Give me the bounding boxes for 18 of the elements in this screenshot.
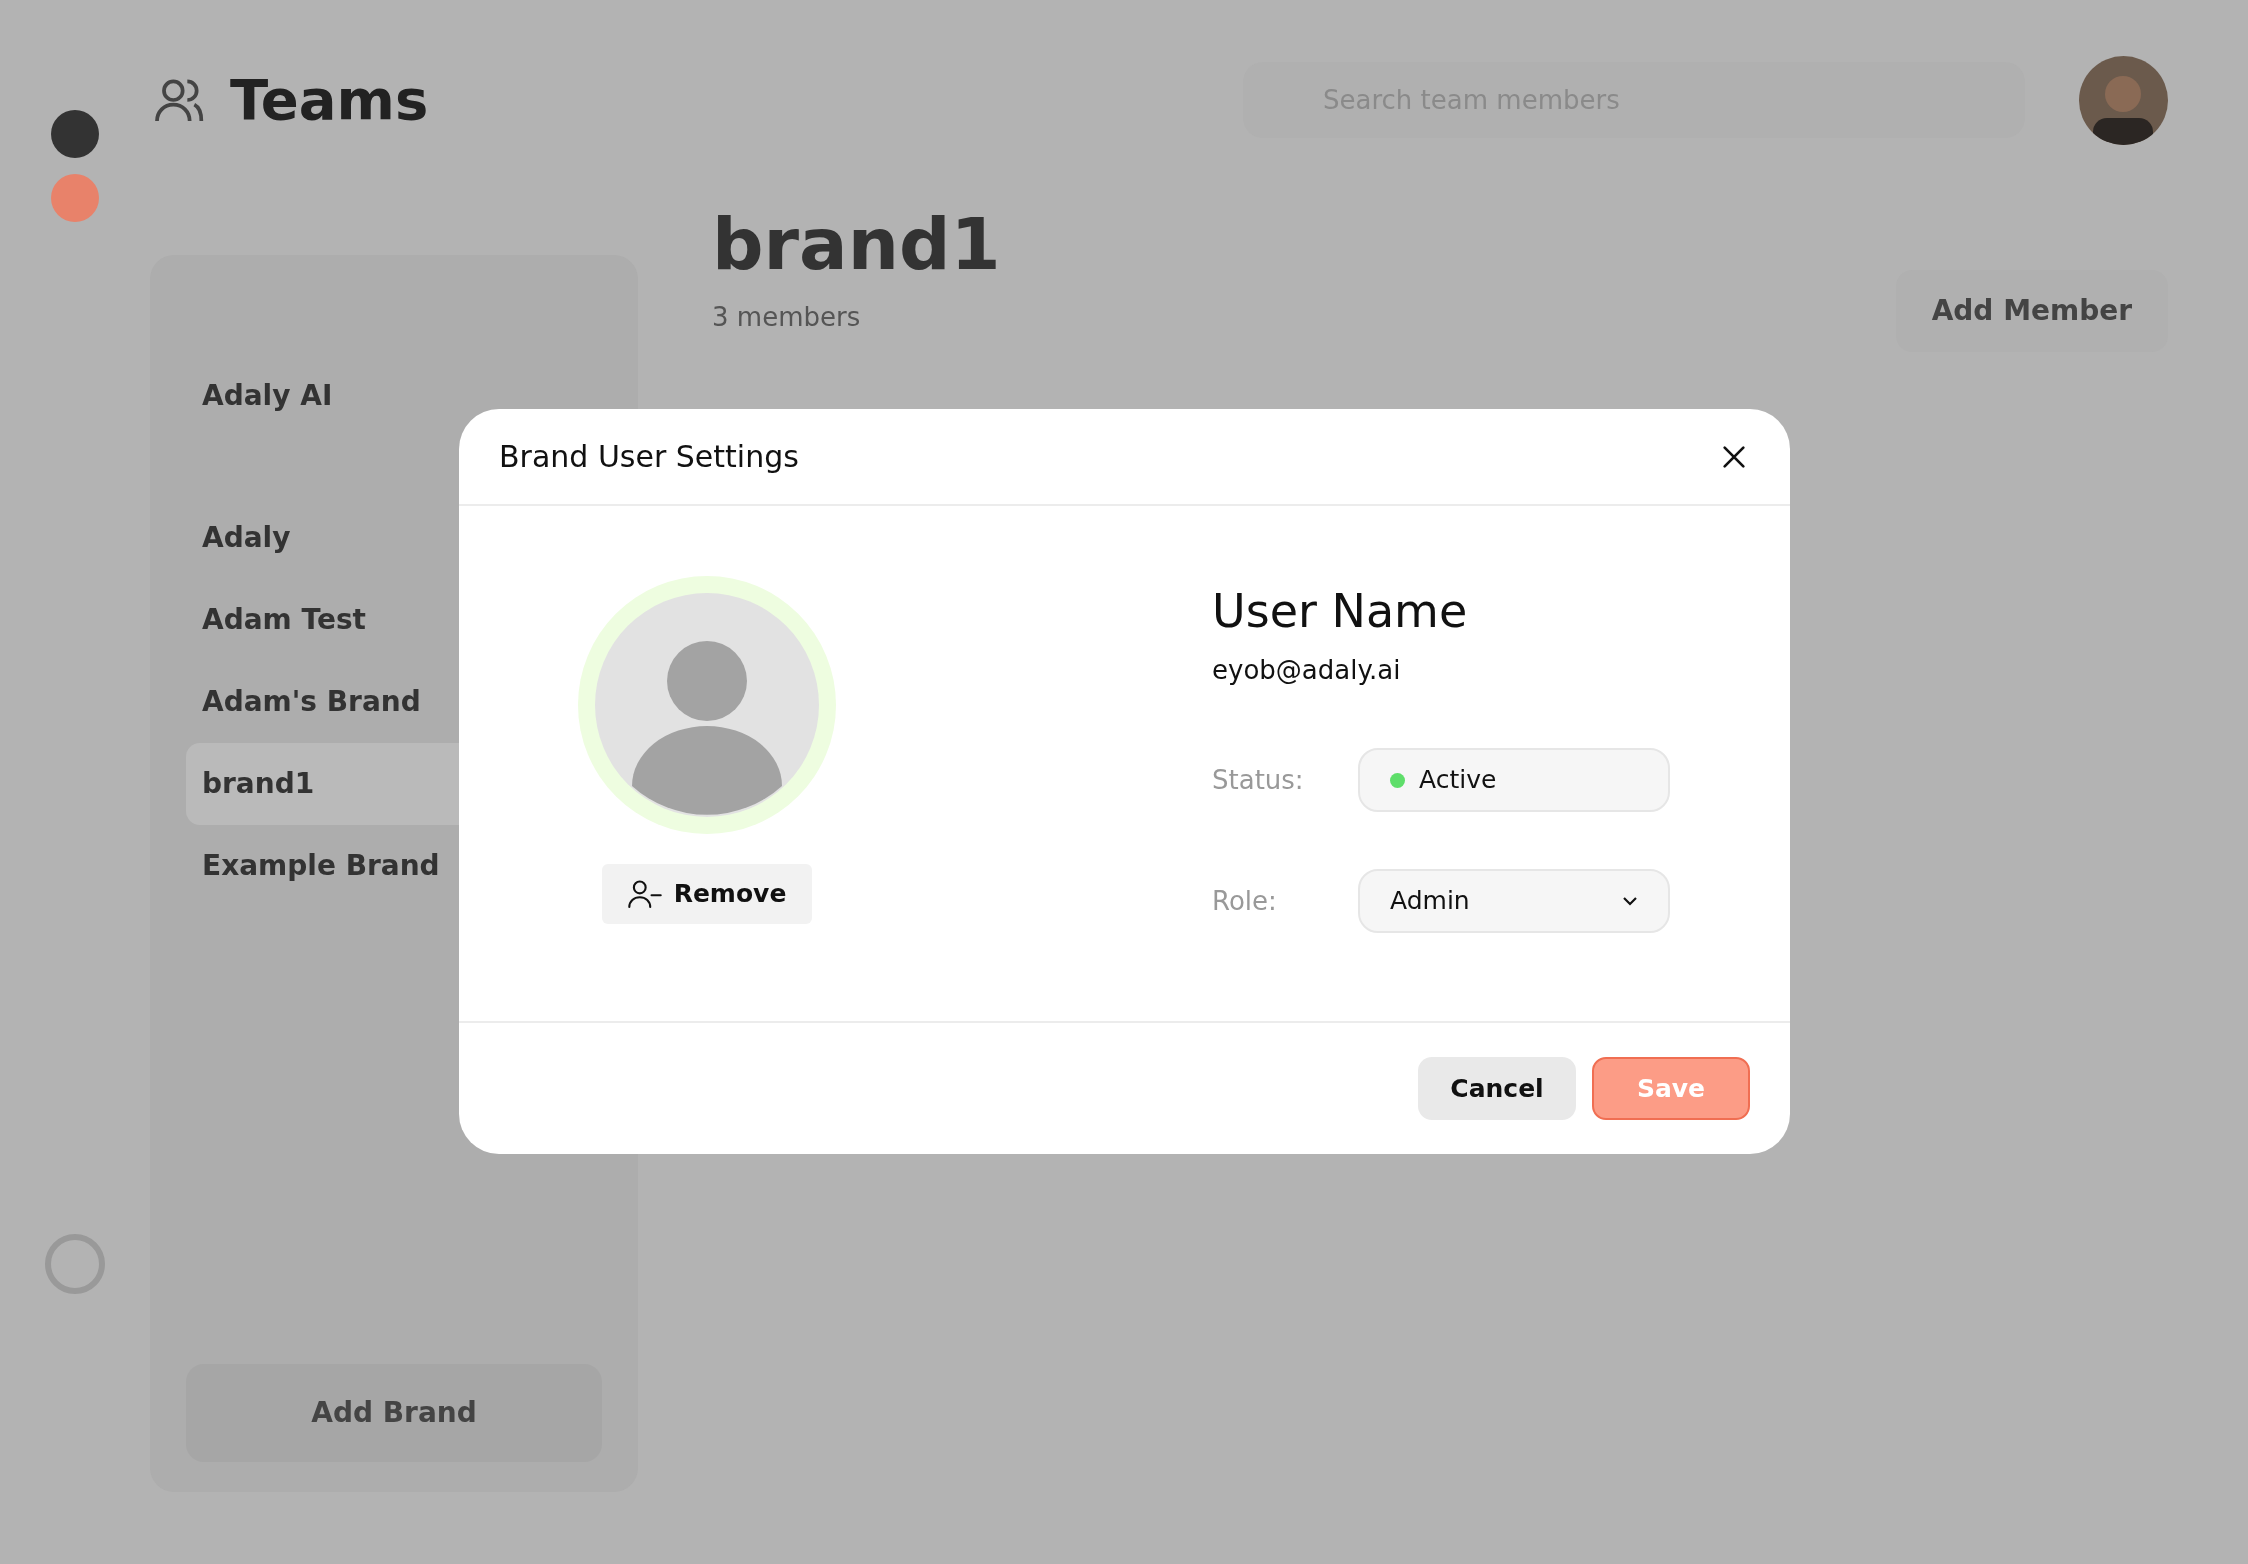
user-email: eyob@adaly.ai bbox=[1212, 654, 1402, 688]
status-text: Active bbox=[1419, 764, 1497, 797]
add-member-button[interactable]: Add Member bbox=[1895, 270, 2168, 352]
field-label: Role: bbox=[1212, 884, 1278, 918]
sidebar-item[interactable]: Adaly AI bbox=[186, 355, 602, 437]
role-dropdown[interactable]: Admin bbox=[1358, 869, 1670, 934]
brand-title: brand1 bbox=[712, 201, 1001, 288]
cancel-button[interactable]: Cancel bbox=[1418, 1057, 1576, 1120]
user-minus-icon bbox=[627, 879, 662, 909]
page-title: Teams bbox=[230, 66, 429, 134]
modal-title: Brand User Settings bbox=[499, 438, 799, 476]
remove-button[interactable]: Remove bbox=[601, 864, 813, 924]
avatar-icon bbox=[578, 576, 836, 834]
add-brand-button[interactable]: Add Brand bbox=[186, 1364, 602, 1462]
user-name: User Name bbox=[1212, 584, 1469, 640]
chevron-icon bbox=[1622, 896, 1638, 907]
member-count: 3 members bbox=[712, 301, 862, 334]
field-label: Status: bbox=[1212, 763, 1305, 797]
